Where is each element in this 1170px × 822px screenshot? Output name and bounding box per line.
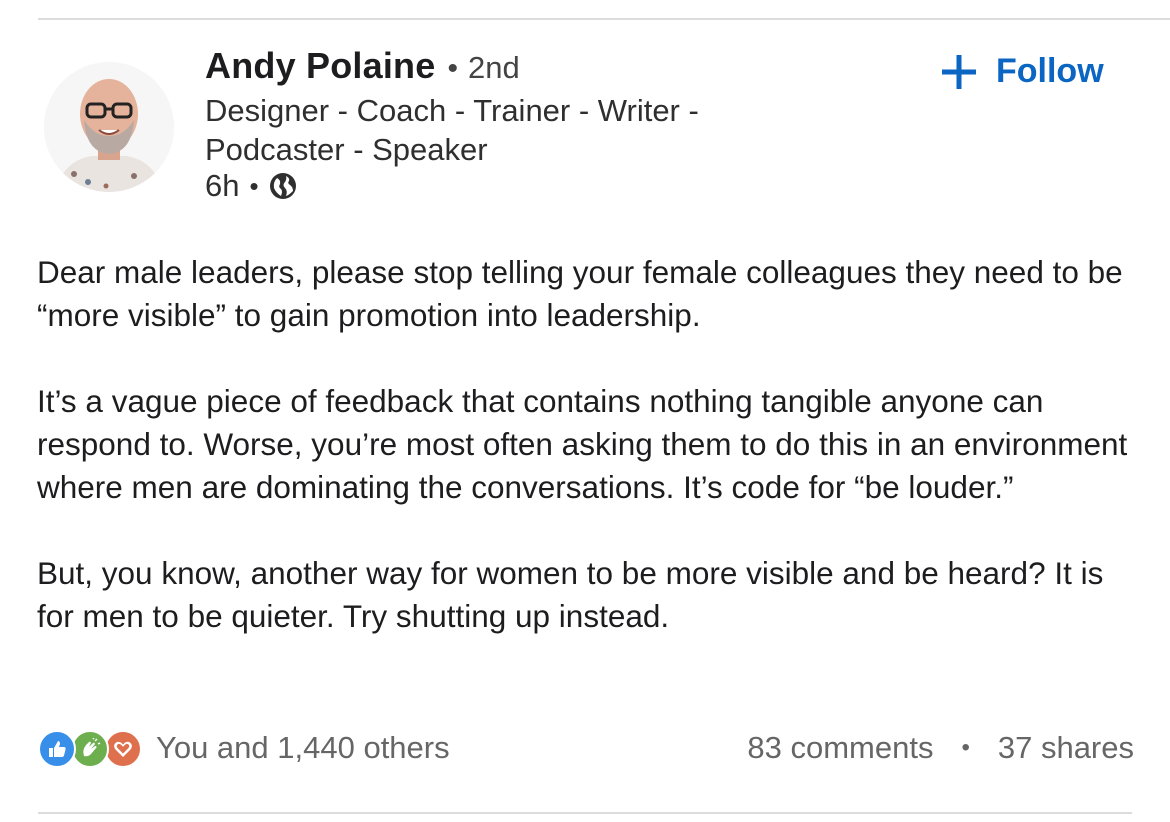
plus-icon (940, 53, 978, 91)
separator-dot: • (961, 734, 970, 761)
top-divider (38, 18, 1170, 20)
separator-dot: • (447, 52, 458, 85)
reaction-icons[interactable] (38, 728, 142, 768)
author-avatar[interactable] (44, 62, 174, 192)
like-icon (38, 730, 76, 768)
globe-icon (269, 172, 297, 200)
engagement-counts: 83 comments • 37 shares (747, 730, 1134, 766)
social-counts: You and 1,440 others 83 comments • 37 sh… (38, 726, 1134, 770)
post-paragraph: Dear male leaders, please stop telling y… (37, 254, 1123, 333)
post-meta: 6h • (205, 168, 845, 204)
author-row: Andy Polaine • 2nd (205, 45, 845, 87)
author-headline: Designer - Coach - Trainer - Writer - Po… (205, 93, 699, 167)
comments-count[interactable]: 83 comments (747, 730, 933, 766)
reactions-count[interactable]: You and 1,440 others (156, 730, 450, 766)
connection-degree: 2nd (467, 50, 520, 85)
author-info: Andy Polaine • 2nd Designer - Coach - Tr… (205, 45, 845, 204)
shares-count[interactable]: 37 shares (998, 730, 1134, 766)
love-icon (104, 730, 142, 768)
author-name[interactable]: Andy Polaine (205, 45, 435, 87)
post-paragraph: But, you know, another way for women to … (37, 555, 1104, 634)
follow-label: Follow (996, 52, 1104, 90)
profile-photo (44, 62, 174, 192)
post-time: 6h (205, 168, 240, 203)
post-paragraph: It’s a vague piece of feedback that cont… (37, 383, 1128, 505)
bottom-divider (38, 812, 1132, 814)
post-text: Dear male leaders, please stop telling y… (37, 251, 1147, 638)
follow-button[interactable]: Follow (940, 52, 1104, 91)
separator-dot: • (249, 170, 259, 201)
celebrate-icon (71, 730, 109, 768)
